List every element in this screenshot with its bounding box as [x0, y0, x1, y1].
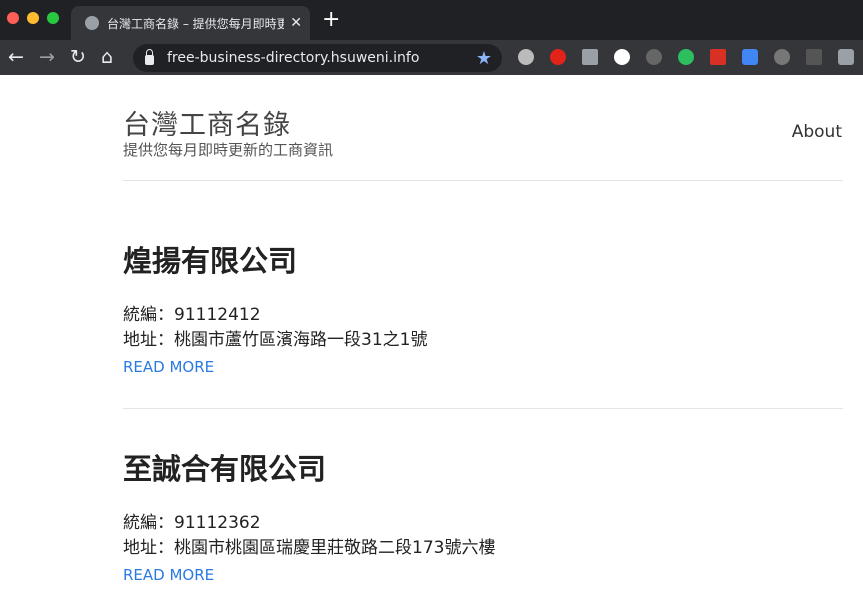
- evernote-extension-icon[interactable]: [678, 49, 694, 65]
- baseball-extension-icon[interactable]: [614, 49, 630, 65]
- read-more-link[interactable]: READ MORE: [123, 358, 843, 376]
- list-item: 煌揚有限公司 統編：91112412 地址：桃園市蘆竹區濱海路一段31之1號 R…: [123, 238, 843, 376]
- page-content: 台灣工商名錄 提供您每月即時更新的工商資訊 About 煌揚有限公司 統編：91…: [0, 75, 863, 599]
- about-link[interactable]: About: [792, 122, 842, 142]
- address: 地址：桃園市蘆竹區濱海路一段31之1號: [123, 330, 428, 350]
- read-more-link[interactable]: READ MORE: [123, 566, 843, 584]
- close-window-button[interactable]: [7, 12, 19, 24]
- post-title[interactable]: 煌揚有限公司: [123, 238, 843, 280]
- puzzle-icon[interactable]: [838, 49, 854, 65]
- minimize-window-button[interactable]: [27, 12, 39, 24]
- translate-extension-icon[interactable]: [742, 49, 758, 65]
- gem-extension-icon[interactable]: [710, 49, 726, 65]
- home-icon[interactable]: ⌂: [101, 46, 113, 68]
- tax-id: 統編：91112412: [123, 305, 261, 325]
- site-subtitle: 提供您每月即時更新的工商資訊: [123, 141, 334, 159]
- address-bar[interactable]: free-business-directory.hsuweni.info ★: [133, 44, 502, 72]
- post-title[interactable]: 至誠合有限公司: [123, 446, 843, 488]
- back-icon[interactable]: ←: [8, 46, 24, 68]
- gear-extension-icon[interactable]: [518, 49, 534, 65]
- reload-icon[interactable]: ↻: [70, 46, 86, 68]
- bookmark-star-icon[interactable]: ★: [476, 48, 492, 69]
- extension-icon[interactable]: [774, 49, 790, 65]
- site-title[interactable]: 台灣工商名錄: [123, 103, 291, 142]
- globe-icon: [85, 16, 99, 30]
- adblock-extension-icon[interactable]: [550, 49, 566, 65]
- qr-extension-icon[interactable]: [806, 49, 822, 65]
- tax-id: 統編：91112362: [123, 513, 261, 533]
- forward-icon[interactable]: →: [39, 46, 55, 68]
- new-tab-button[interactable]: +: [322, 7, 340, 32]
- browser-toolbar: ← → ↻ ⌂ free-business-directory.hsuweni.…: [0, 40, 863, 75]
- header-divider: [123, 180, 843, 181]
- browser-tab[interactable]: 台灣工商名錄 – 提供您每月即時更新的工商資訊 ✕: [71, 6, 310, 40]
- maximize-window-button[interactable]: [47, 12, 59, 24]
- settings-extension-icon[interactable]: [646, 49, 662, 65]
- tab-title: 台灣工商名錄 – 提供您每月即時更新的工商資訊: [107, 16, 285, 31]
- browser-tabstrip: 台灣工商名錄 – 提供您每月即時更新的工商資訊 ✕ +: [0, 0, 863, 40]
- lock-icon: [145, 49, 154, 65]
- list-item: 至誠合有限公司 統編：91112362 地址：桃園市桃園區瑞慶里莊敬路二段173…: [123, 446, 843, 584]
- window-controls: [7, 12, 59, 24]
- address: 地址：桃園市桃園區瑞慶里莊敬路二段173號六樓: [123, 538, 496, 558]
- vue-extension-icon[interactable]: [582, 49, 598, 65]
- post-divider: [123, 408, 843, 409]
- close-tab-icon[interactable]: ✕: [290, 15, 302, 31]
- url-text: free-business-directory.hsuweni.info: [167, 50, 420, 66]
